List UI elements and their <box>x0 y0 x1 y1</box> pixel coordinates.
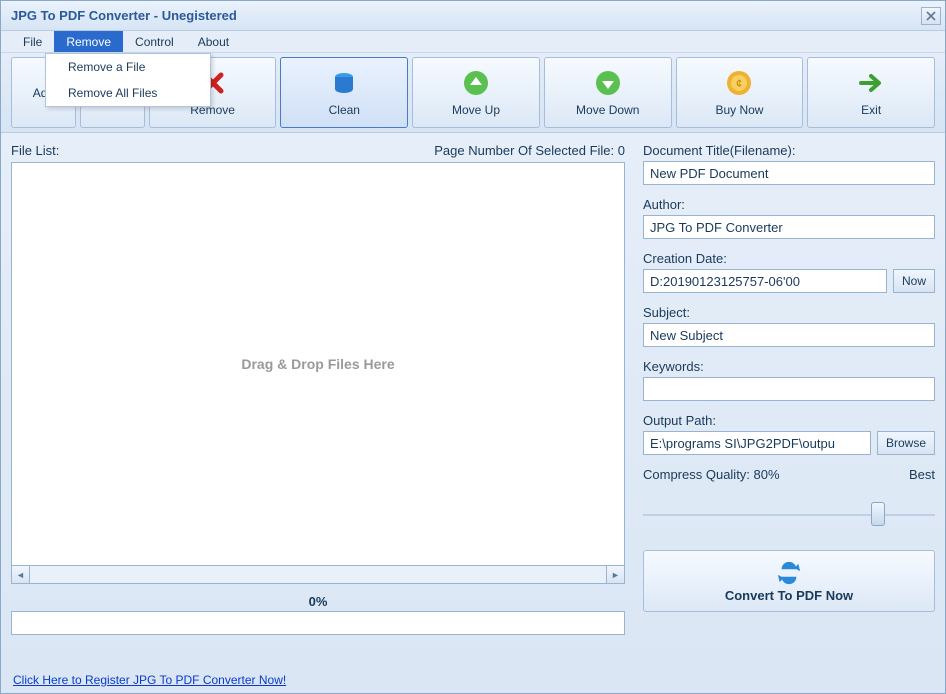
arrow-down-icon <box>594 69 622 97</box>
convert-button[interactable]: Convert To PDF Now <box>643 550 935 612</box>
keywords-label: Keywords: <box>643 359 935 374</box>
dropdown-remove-all[interactable]: Remove All Files <box>46 80 210 106</box>
output-label: Output Path: <box>643 413 935 428</box>
author-label: Author: <box>643 197 935 212</box>
coin-icon: ¢ <box>725 69 753 97</box>
keywords-input[interactable] <box>643 377 935 401</box>
main-window: JPG To PDF Converter - Unegistered File … <box>0 0 946 694</box>
quality-label: Compress Quality: 80% <box>643 467 780 482</box>
remove-dropdown: Remove a File Remove All Files <box>45 53 211 107</box>
clean-button[interactable]: Clean <box>280 57 408 128</box>
title-label: Document Title(Filename): <box>643 143 935 158</box>
browse-button[interactable]: Browse <box>877 431 935 455</box>
window-title: JPG To PDF Converter - Unegistered <box>11 8 237 23</box>
buy-now-label: Buy Now <box>715 103 763 117</box>
content-area: File List: Page Number Of Selected File:… <box>1 133 945 635</box>
horizontal-scrollbar[interactable]: ◄ ► <box>11 566 625 584</box>
convert-icon <box>776 560 802 586</box>
scroll-right-arrow[interactable]: ► <box>606 566 624 583</box>
title-input[interactable] <box>643 161 935 185</box>
clean-label: Clean <box>329 103 360 117</box>
author-input[interactable] <box>643 215 935 239</box>
menu-remove[interactable]: Remove <box>54 31 123 52</box>
now-button[interactable]: Now <box>893 269 935 293</box>
menu-about[interactable]: About <box>186 31 241 52</box>
exit-icon <box>857 69 885 97</box>
file-list[interactable]: Drag & Drop Files Here <box>11 162 625 566</box>
clean-icon <box>330 69 358 97</box>
arrow-up-icon <box>462 69 490 97</box>
convert-label: Convert To PDF Now <box>725 588 853 603</box>
menu-file[interactable]: File <box>11 31 54 52</box>
move-down-label: Move Down <box>576 103 639 117</box>
slider-thumb[interactable] <box>871 502 885 526</box>
titlebar: JPG To PDF Converter - Unegistered <box>1 1 945 31</box>
close-icon <box>926 11 936 21</box>
page-number-label: Page Number Of Selected File: 0 <box>434 143 625 158</box>
subject-input[interactable] <box>643 323 935 347</box>
subject-label: Subject: <box>643 305 935 320</box>
drop-hint: Drag & Drop Files Here <box>241 356 394 372</box>
menubar: File Remove Control About Remove a File … <box>1 31 945 53</box>
file-list-header: File List: Page Number Of Selected File:… <box>11 143 625 158</box>
progress-text: 0% <box>11 594 625 609</box>
left-column: File List: Page Number Of Selected File:… <box>11 143 625 635</box>
scroll-left-arrow[interactable]: ◄ <box>12 566 30 583</box>
slider-track <box>643 514 935 516</box>
date-input[interactable] <box>643 269 887 293</box>
right-column: Document Title(Filename): Author: Creati… <box>643 143 935 635</box>
buy-now-button[interactable]: ¢ Buy Now <box>676 57 804 128</box>
dropdown-remove-file[interactable]: Remove a File <box>46 54 210 80</box>
date-label: Creation Date: <box>643 251 935 266</box>
quality-best: Best <box>909 467 935 482</box>
svg-text:¢: ¢ <box>736 78 742 90</box>
move-down-button[interactable]: Move Down <box>544 57 672 128</box>
register-link[interactable]: Click Here to Register JPG To PDF Conver… <box>13 673 286 687</box>
file-list-label: File List: <box>11 143 59 158</box>
move-up-label: Move Up <box>452 103 500 117</box>
exit-label: Exit <box>861 103 881 117</box>
menu-control[interactable]: Control <box>123 31 186 52</box>
output-input[interactable] <box>643 431 871 455</box>
exit-button[interactable]: Exit <box>807 57 935 128</box>
progress-bar <box>11 611 625 635</box>
quality-slider[interactable] <box>643 500 935 530</box>
move-up-button[interactable]: Move Up <box>412 57 540 128</box>
close-button[interactable] <box>921 7 941 25</box>
scroll-track[interactable] <box>30 566 606 583</box>
